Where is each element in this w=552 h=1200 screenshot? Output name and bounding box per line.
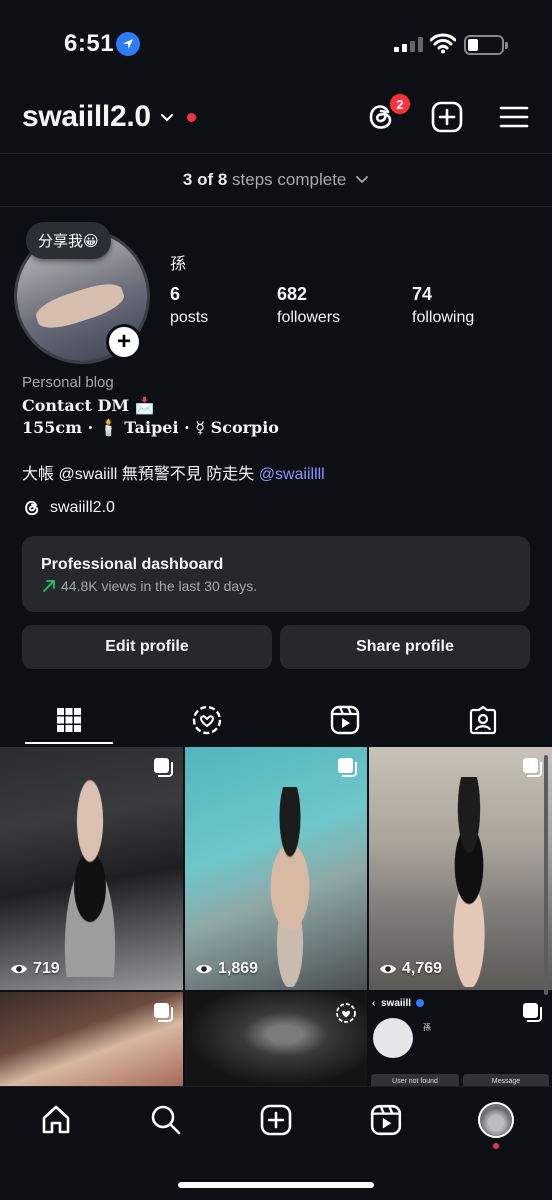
mini-name: 孫	[423, 1023, 431, 1032]
view-count: 4,769	[379, 960, 442, 978]
stat-followers[interactable]: 682 followers	[277, 284, 340, 327]
search-icon	[151, 1105, 181, 1135]
reels-icon	[370, 1104, 402, 1136]
post-tile[interactable]: ‹ swaiill 孫 User not found Message	[369, 992, 552, 1086]
profile-category: Personal blog	[22, 374, 114, 391]
display-name: 孫	[170, 256, 187, 273]
profile-steps-banner[interactable]: 3 of 8 steps complete	[0, 170, 552, 190]
location-arrow-icon	[116, 32, 140, 56]
stat-label: posts	[170, 309, 209, 326]
tab-posts-grid[interactable]	[0, 696, 138, 744]
username-title: swaiill2.0	[22, 100, 151, 133]
chevron-down-icon	[160, 114, 173, 122]
trend-up-icon	[43, 580, 55, 592]
stat-posts[interactable]: 6 posts	[170, 284, 208, 327]
dashboard-title: Professional dashboard	[41, 556, 224, 573]
stat-number: 6	[170, 284, 181, 304]
eye-icon	[380, 964, 396, 974]
bio-line: Contact DM 📩	[22, 396, 155, 415]
carousel-icon	[154, 1003, 173, 1022]
mini-user-not-found: User not found	[371, 1074, 459, 1086]
reels-icon	[330, 705, 360, 735]
wifi-icon	[429, 32, 457, 59]
professional-dashboard[interactable]: Professional dashboard 44.8K views in th…	[22, 536, 530, 612]
status-time: 6:51	[64, 30, 115, 57]
dashboard-views: 44.8K views in the last 30 days.	[61, 578, 258, 594]
post-tile[interactable]	[0, 992, 183, 1086]
post-tile[interactable]: 719	[0, 747, 183, 990]
mini-avatar	[373, 1018, 413, 1058]
post-tile[interactable]	[185, 992, 367, 1086]
account-switcher[interactable]: swaiill2.0	[22, 100, 196, 134]
bio-mention-link[interactable]: @swaiillll	[259, 466, 325, 483]
tab-reposts[interactable]	[138, 696, 276, 744]
reels-activity-icon	[192, 705, 222, 735]
nav-reels[interactable]	[368, 1102, 404, 1138]
mini-message: Message	[463, 1074, 549, 1086]
divider	[0, 206, 552, 207]
grid-icon	[57, 708, 81, 732]
view-count: 1,869	[195, 960, 258, 978]
stat-number: 682	[277, 284, 308, 304]
hamburger-menu-icon	[499, 106, 529, 128]
reposted-heart-icon	[336, 1003, 356, 1023]
threads-handle: swaiill2.0	[50, 499, 115, 516]
stat-label: following	[412, 309, 475, 326]
nav-search[interactable]	[148, 1102, 184, 1138]
carousel-icon	[154, 758, 173, 777]
nav-profile-avatar[interactable]	[478, 1102, 514, 1138]
post-tile[interactable]: 4,769	[369, 747, 552, 990]
divider	[0, 153, 552, 154]
mini-username-text: swaiill	[381, 998, 412, 1009]
threads-badge: 2	[388, 92, 412, 116]
threads-profile-link[interactable]: swaiill2.0	[22, 498, 115, 518]
profile-tabs	[0, 696, 552, 744]
carousel-icon	[523, 1003, 542, 1022]
stat-number: 74	[412, 284, 433, 304]
cellular-signal-icon	[394, 36, 423, 52]
menu-button[interactable]	[497, 100, 531, 134]
steps-text: steps complete	[232, 170, 347, 189]
mini-profile-username: ‹ swaiill	[372, 998, 424, 1009]
view-count-text: 4,769	[402, 960, 443, 977]
home-icon	[42, 1105, 70, 1134]
threads-icon	[25, 500, 39, 516]
bio-text: 大帳 @swaiill 無預警不見 防走失 @swaiillll	[22, 460, 325, 484]
steps-count: 3 of 8	[182, 170, 228, 189]
view-count-text: 1,869	[218, 960, 259, 977]
bio-line: 155cm · 🕯️ Taipei · ☿ Scorpio	[22, 418, 279, 437]
eye-icon	[196, 964, 212, 974]
create-button[interactable]	[430, 100, 464, 134]
plus-square-icon	[431, 101, 463, 133]
eye-icon	[11, 964, 27, 974]
tab-tagged[interactable]	[414, 696, 552, 744]
add-story-button[interactable]: +	[106, 324, 142, 360]
stat-label: followers	[277, 309, 341, 326]
bio-text-body: 大帳 @swaiill 無預警不見 防走失	[22, 466, 259, 483]
dashboard-subtitle: 44.8K views in the last 30 days.	[41, 578, 530, 594]
view-count: 719	[10, 960, 60, 978]
active-tab-indicator	[25, 742, 113, 744]
share-profile-button[interactable]: Share profile	[280, 625, 530, 669]
tagged-icon	[469, 705, 497, 735]
notification-dot	[186, 112, 196, 122]
plus-square-icon	[260, 1104, 292, 1136]
notification-dot	[493, 1143, 499, 1149]
chevron-down-icon	[356, 176, 369, 184]
home-indicator	[178, 1182, 374, 1188]
nav-create[interactable]	[258, 1102, 294, 1138]
share-note-bubble[interactable]: 分享我😀	[26, 222, 111, 259]
battery-icon	[464, 35, 508, 55]
scrollbar[interactable]	[544, 755, 548, 995]
edit-profile-button[interactable]: Edit profile	[22, 625, 272, 669]
carousel-icon	[338, 758, 357, 777]
view-count-text: 719	[33, 960, 60, 977]
tab-reels[interactable]	[276, 696, 414, 744]
post-tile[interactable]: 1,869	[185, 747, 367, 990]
stat-following[interactable]: 74 following	[412, 284, 474, 327]
carousel-icon	[523, 758, 542, 777]
nav-home[interactable]	[38, 1102, 74, 1138]
